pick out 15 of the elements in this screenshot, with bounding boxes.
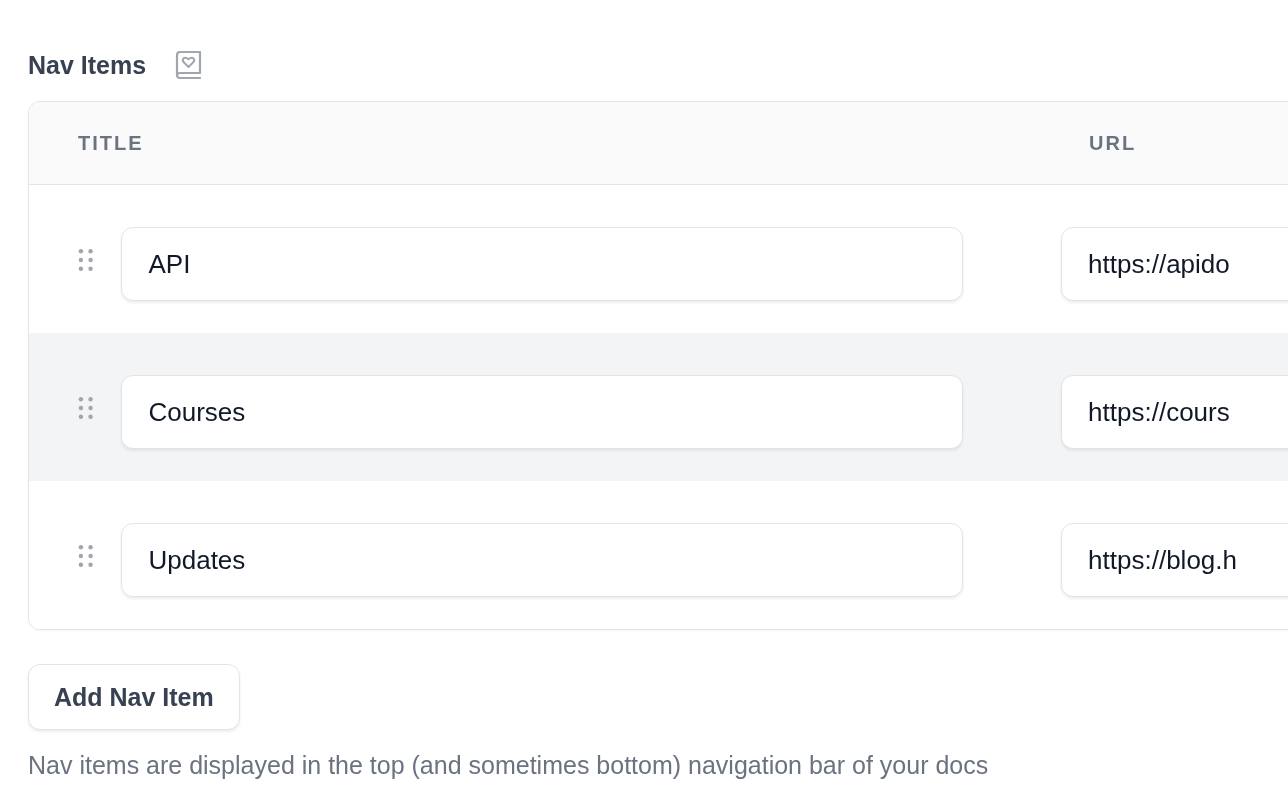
- title-input[interactable]: Courses: [121, 375, 964, 449]
- title-input[interactable]: API: [121, 227, 964, 301]
- section-title: Nav Items: [28, 50, 147, 80]
- drag-handle-icon[interactable]: [78, 396, 94, 420]
- add-nav-item-button[interactable]: Add Nav Item: [28, 664, 240, 730]
- column-header: URL: [1089, 131, 1137, 154]
- column-header: TITLE: [78, 131, 144, 154]
- help-text: Nav items are displayed in the top (and sometimes bottom) navigation bar of your docs: [28, 751, 989, 779]
- url-input[interactable]: https://apido: [1061, 227, 1288, 301]
- title-input[interactable]: Updates: [121, 523, 964, 597]
- book-heart-icon: [173, 50, 204, 80]
- drag-handle-icon[interactable]: [78, 544, 94, 568]
- url-input[interactable]: https://blog.h: [1061, 523, 1288, 597]
- drag-handle-icon[interactable]: [78, 248, 94, 272]
- url-input[interactable]: https://cours: [1061, 375, 1288, 449]
